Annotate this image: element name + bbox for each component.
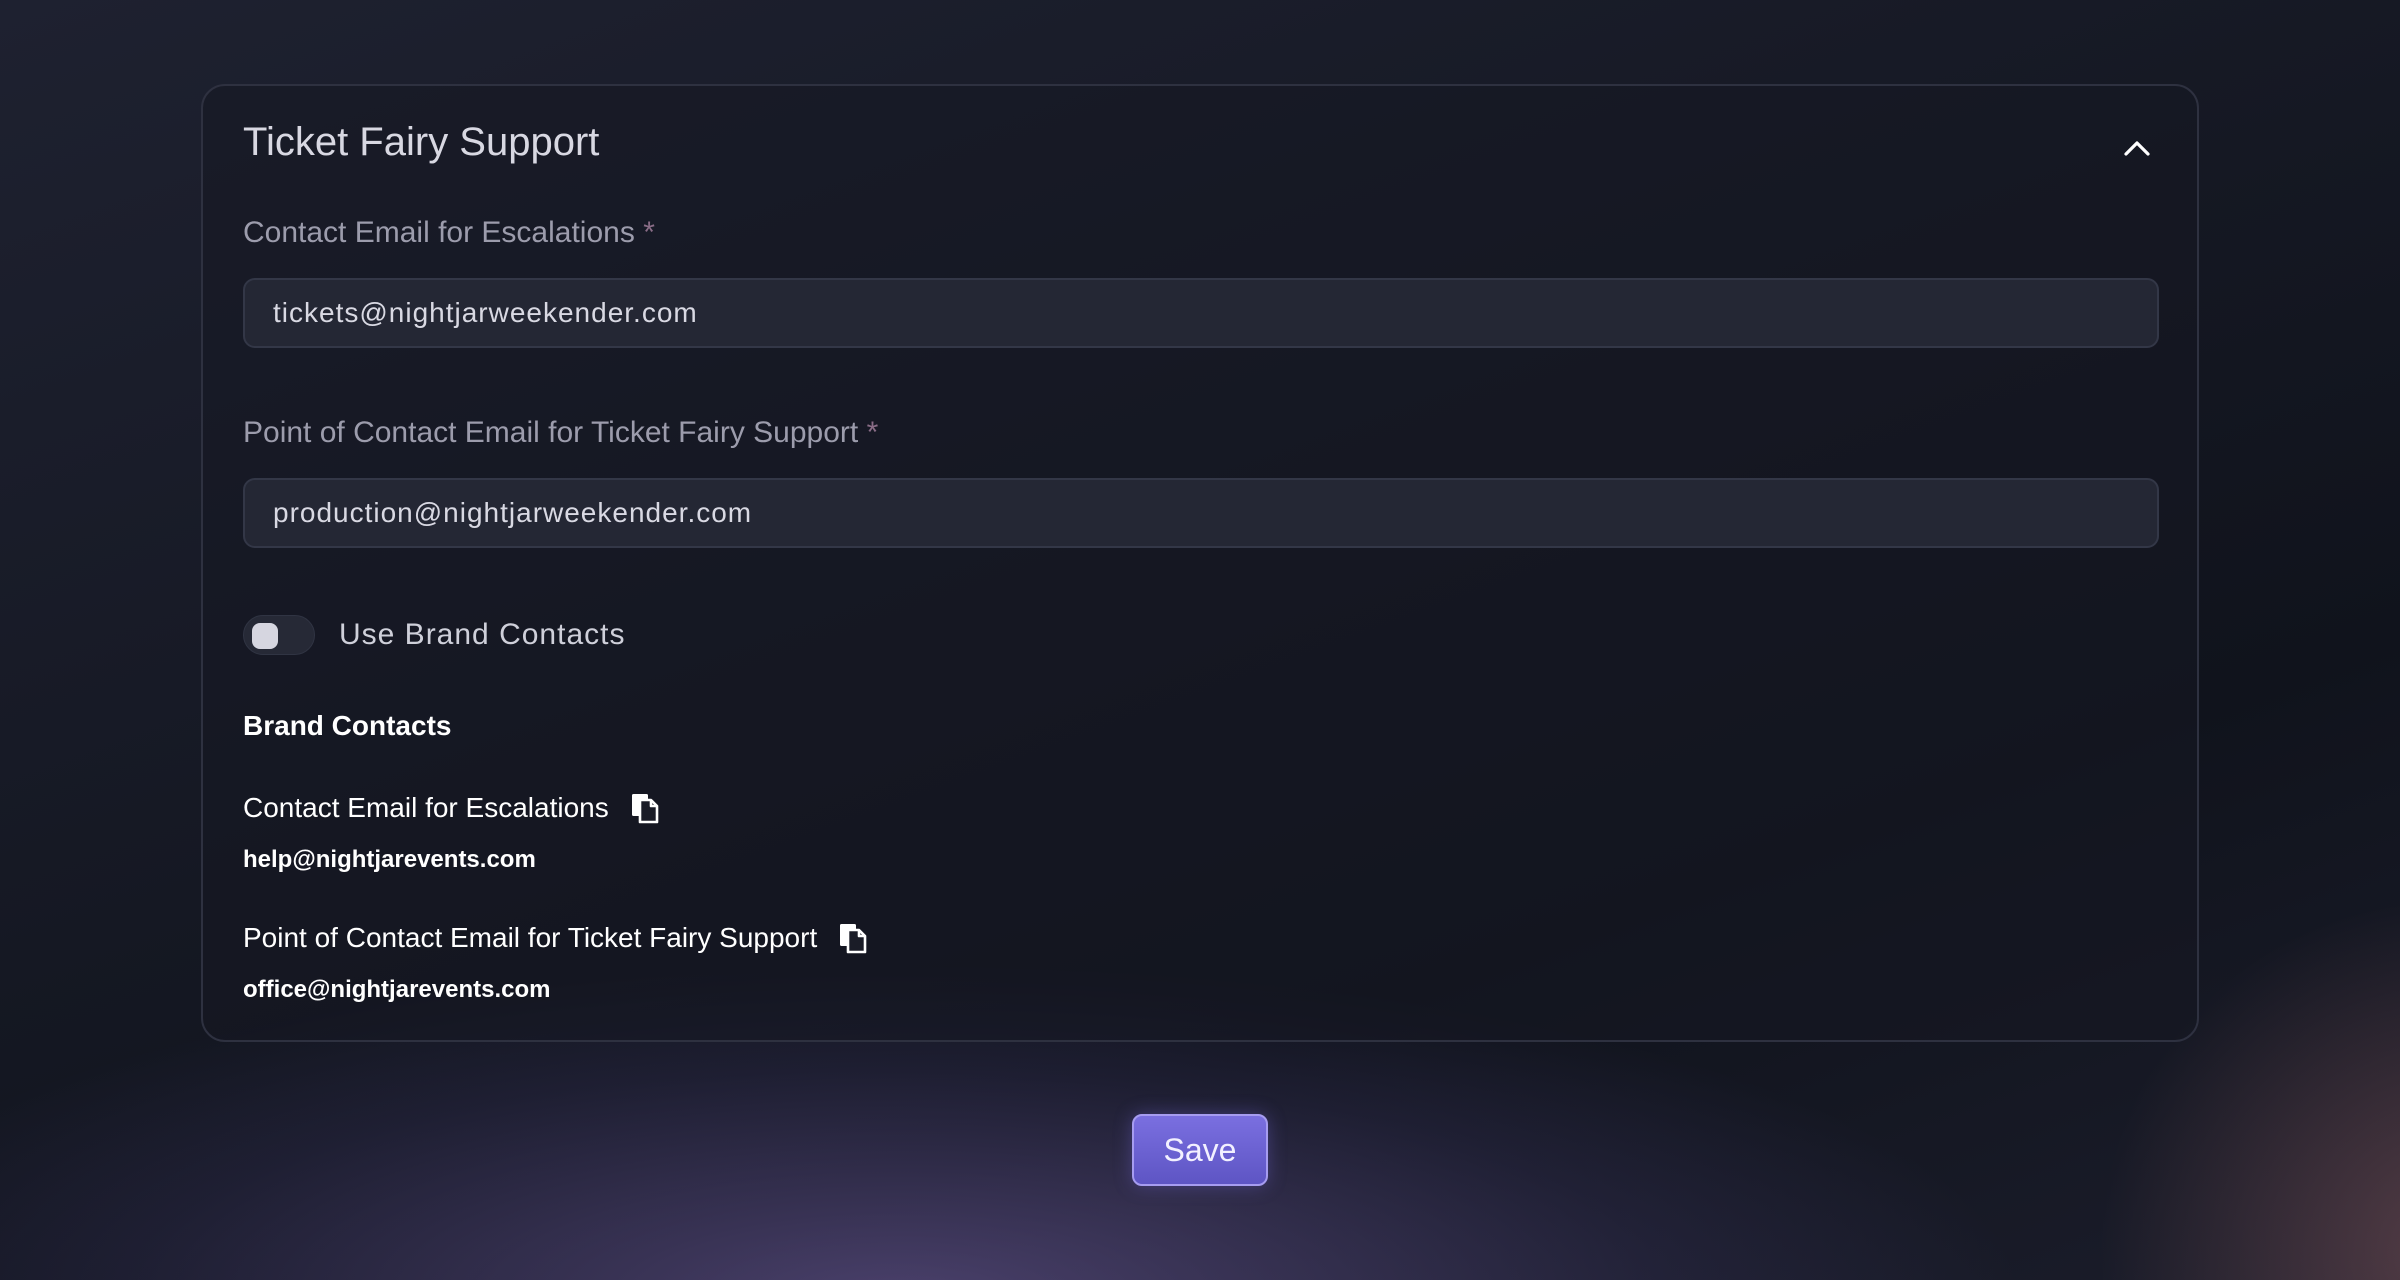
brand-escalation-email-value: help@nightjarevents.com [243,846,536,873]
use-brand-contacts-row: Use Brand Contacts [243,612,625,658]
use-brand-contacts-label: Use Brand Contacts [339,618,626,651]
brand-support-contact-email-label: Point of Contact Email for Ticket Fairy … [243,922,818,953]
toggle-knob [252,623,278,649]
collapse-button[interactable] [2115,126,2159,170]
brand-support-contact-email-row: Point of Contact Email for Ticket Fairy … [243,918,869,958]
copy-icon[interactable] [837,921,869,955]
brand-support-contact-email-value: office@nightjarevents.com [243,976,551,1003]
copy-icon[interactable] [629,791,661,825]
brand-escalation-email-row: Contact Email for Escalations [243,788,661,828]
panel-title: Ticket Fairy Support [243,120,600,164]
ticket-fairy-support-panel: Ticket Fairy Support Contact Email for E… [201,84,2199,1042]
copy-icon-graphic [840,924,867,954]
required-marker: * [866,416,879,449]
brand-escalation-email-label: Contact Email for Escalations [243,792,609,823]
escalation-email-input[interactable] [243,278,2159,348]
use-brand-contacts-toggle[interactable] [243,615,315,655]
required-marker: * [643,216,655,249]
brand-contacts-heading: Brand Contacts [243,710,452,741]
chevron-up-icon [2124,141,2150,156]
save-button[interactable]: Save [1132,1114,1268,1186]
support-contact-email-label: Point of Contact Email for Ticket Fairy … [243,416,879,449]
support-contact-email-input[interactable] [243,478,2159,548]
escalation-email-label: Contact Email for Escalations * [243,216,655,249]
copy-icon-graphic [631,794,659,824]
